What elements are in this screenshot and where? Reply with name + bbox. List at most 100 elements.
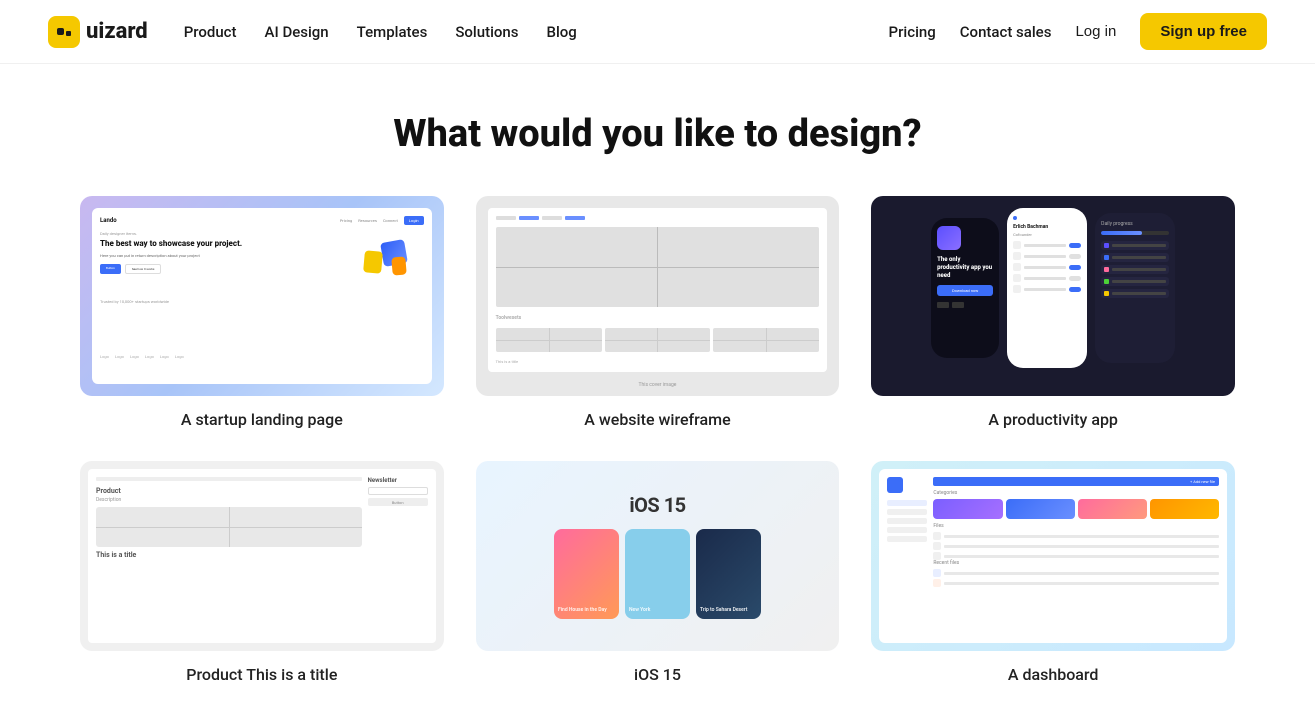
dash-add-btn: + Add new file	[933, 477, 1219, 486]
dash-files: Files	[933, 523, 1219, 529]
pr-task-dot-4	[1104, 279, 1109, 284]
startup-sub: Here you can put in return description a…	[100, 253, 358, 258]
wireframe-preview: Toolwesets	[476, 196, 840, 396]
dash-file-icon-3	[933, 552, 941, 560]
dash-nav-4	[887, 527, 927, 533]
logo-p1: Logo	[100, 354, 109, 359]
startup-text: Daily designer items. The best way to sh…	[100, 231, 358, 274]
dash-file-row-3	[933, 552, 1219, 560]
wf-grid-2	[605, 328, 711, 352]
wireframe-footer-text: This cover image	[639, 382, 677, 388]
pl-row-icon-1	[1013, 241, 1021, 249]
pr-task-1	[1101, 241, 1169, 250]
nav-link-contact-sales[interactable]: Contact sales	[960, 23, 1052, 41]
dash-recent-icon-2	[933, 579, 941, 587]
wf-nav-blog	[565, 216, 585, 220]
navigation: uizard Product AI Design Templates Solut…	[0, 0, 1315, 64]
dash-recent-row-2	[933, 579, 1219, 587]
dash-nav-2	[887, 509, 927, 515]
pl-row-2	[1013, 252, 1081, 260]
dash-file-row-1	[933, 532, 1219, 540]
blog-nav2	[96, 477, 362, 481]
blog-product: Product	[96, 487, 362, 495]
startup-nav-cta: Login	[404, 216, 424, 225]
pr-task-text-5	[1112, 292, 1166, 295]
shape-orange	[391, 256, 407, 275]
ph-title: The only productivity app you need	[937, 256, 993, 279]
nav-link-blog[interactable]: Blog	[546, 23, 576, 41]
card-website-wireframe[interactable]: Toolwesets	[476, 196, 840, 429]
dash-logo-small	[887, 477, 903, 493]
ios-screenshots: Find House in the Day New York Trip to S…	[554, 529, 761, 619]
nav-link-ai-design[interactable]: AI Design	[265, 23, 329, 41]
logo-p6: Logo	[175, 354, 184, 359]
nav-left: uizard Product AI Design Templates Solut…	[48, 16, 577, 48]
nav-link-product[interactable]: Product	[184, 23, 237, 41]
pl-row-toggle-4	[1069, 276, 1081, 281]
pr-progress-fill	[1101, 231, 1142, 235]
dash-nav-1	[887, 500, 927, 506]
page-title: What would you like to design?	[80, 112, 1235, 156]
pl-row-5	[1013, 285, 1081, 293]
dash-cats: Categories	[933, 490, 1219, 496]
dash-main: + Add new file Categories Files	[933, 477, 1219, 635]
logo-p5: Logo	[160, 354, 169, 359]
pl-row-toggle-3	[1069, 265, 1081, 270]
signup-button[interactable]: Sign up free	[1140, 13, 1267, 50]
card-ios15[interactable]: iOS 15 Find House in the Day New York	[476, 461, 840, 684]
ios-text-1: Find House in the Day	[558, 607, 615, 613]
pl-row-3	[1013, 263, 1081, 271]
pr-task-2	[1101, 253, 1169, 262]
pl-row-4	[1013, 274, 1081, 282]
pr-tasks	[1101, 241, 1169, 298]
login-button[interactable]: Log in	[1075, 23, 1116, 40]
pr-task-dot-5	[1104, 291, 1109, 296]
pl-dot	[1013, 216, 1017, 220]
main-content: What would you like to design? Lando Pri…	[0, 64, 1315, 724]
card-blog-template[interactable]: Product Description This is a title News…	[80, 461, 444, 684]
dash-card-orange	[1150, 499, 1219, 519]
card-productivity-app[interactable]: The only productivity app you need Downl…	[871, 196, 1235, 429]
wf-grid-x3	[713, 328, 819, 352]
dash-file-rows	[933, 532, 1219, 560]
startup-inner: Lando Pricing Resources Connect Login Da…	[92, 208, 432, 384]
pl-row-text-3	[1024, 266, 1066, 269]
wf-nav-product	[519, 216, 539, 220]
dash-card-blue	[1006, 499, 1075, 519]
wf-hero	[496, 227, 820, 307]
ios-preview: iOS 15 Find House in the Day New York	[476, 461, 840, 651]
card-image-ios: iOS 15 Find House in the Day New York	[476, 461, 840, 651]
startup-logos: Logo Logo Logo Logo Logo Logo	[100, 354, 424, 359]
pl-rows	[1013, 241, 1081, 293]
startup-nav: Lando Pricing Resources Connect Login	[100, 216, 424, 225]
blog-input-box	[368, 487, 428, 495]
nav-link-solutions[interactable]: Solutions	[455, 23, 518, 41]
card-label-wireframe: A website wireframe	[476, 410, 840, 429]
pr-task-text-2	[1112, 256, 1166, 259]
ios-overlay-2: New York	[629, 607, 686, 613]
pl-row-text-5	[1024, 288, 1066, 291]
blog-inner: Product Description This is a title News…	[88, 469, 436, 643]
pl-row-toggle-5	[1069, 287, 1081, 292]
pr-progress	[1101, 231, 1169, 235]
ios-screen-3: Trip to Sahara Desert	[696, 529, 761, 619]
pl-row-icon-2	[1013, 252, 1021, 260]
phone-light: Erlich Bachman Cofounder	[1007, 208, 1087, 368]
pr-task-text-1	[1112, 244, 1166, 247]
logo-p4: Logo	[145, 354, 154, 359]
dash-file-text-1	[944, 535, 1219, 538]
card-dashboard[interactable]: + Add new file Categories Files	[871, 461, 1235, 684]
nav-link-pricing[interactable]: Pricing	[889, 23, 936, 41]
dash-recent-row-1	[933, 569, 1219, 577]
ios-screen-2: New York	[625, 529, 690, 619]
card-label-startup: A startup landing page	[80, 410, 444, 429]
card-startup-landing[interactable]: Lando Pricing Resources Connect Login Da…	[80, 196, 444, 429]
startup-preview: Lando Pricing Resources Connect Login Da…	[80, 196, 444, 396]
blog-newsletter: Newsletter	[368, 477, 428, 484]
logo[interactable]: uizard	[48, 16, 148, 48]
pl-row-text-2	[1024, 255, 1066, 258]
nav-link-templates[interactable]: Templates	[357, 23, 428, 41]
startup-btn2: See how it works	[125, 264, 162, 274]
card-label-dashboard: A dashboard	[871, 665, 1235, 684]
phone-right: Daily progress	[1095, 213, 1175, 363]
